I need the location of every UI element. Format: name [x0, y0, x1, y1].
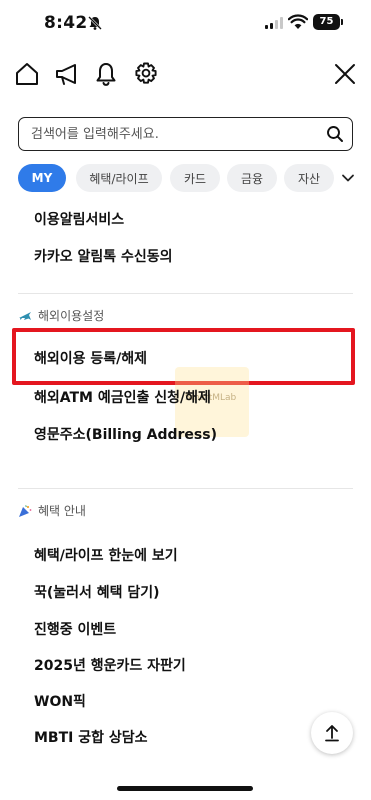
airplane-icon	[19, 311, 31, 320]
home-icon	[16, 63, 38, 85]
chip-card[interactable]: 카드	[170, 164, 220, 192]
menu-item-overseas-atm[interactable]: 해외ATM 예금인출 신청/해제	[34, 387, 211, 407]
menu-item-billing-address[interactable]: 영문주소(Billing Address)	[34, 424, 217, 444]
menu-item-won-pick[interactable]: WON픽	[34, 691, 86, 711]
chevron-down-icon[interactable]	[341, 171, 355, 185]
home-button[interactable]	[12, 58, 42, 90]
announcement-button[interactable]	[52, 58, 82, 90]
status-bar: 8:42 75	[0, 0, 371, 46]
search-input[interactable]	[31, 124, 321, 144]
chip-assets[interactable]: 자산	[284, 164, 334, 192]
notifications-button[interactable]	[91, 58, 121, 90]
bell-slash-icon	[88, 16, 102, 30]
menu-item-events[interactable]: 진행중 이벤트	[34, 619, 116, 639]
section-divider	[18, 293, 353, 294]
gear-icon	[135, 62, 157, 84]
search-icon[interactable]	[326, 125, 344, 143]
section-title-benefits-label: 혜택 안내	[38, 504, 86, 518]
top-nav	[0, 58, 371, 94]
battery-indicator: 75	[313, 14, 340, 30]
cellular-signal-icon	[265, 17, 283, 29]
party-popper-icon	[19, 504, 32, 517]
menu-item-press-benefit[interactable]: 꾹(눌러서 혜택 담기)	[34, 582, 160, 602]
section-title-overseas: 해외이용설정	[18, 307, 104, 324]
search-box	[18, 117, 353, 151]
chip-my[interactable]: MY	[18, 164, 66, 192]
chip-benefit-life[interactable]: 혜택/라이프	[76, 164, 162, 192]
battery-tip	[341, 19, 343, 25]
wifi-icon	[288, 14, 308, 29]
settings-button[interactable]	[131, 58, 161, 90]
close-icon	[335, 64, 355, 84]
menu-item-kakao-consent[interactable]: 카카오 알림톡 수신동의	[34, 246, 173, 266]
category-chips: MY 혜택/라이프 카드 금융 자산	[18, 164, 371, 194]
home-indicator	[117, 786, 253, 791]
menu-item-mbti[interactable]: MBTI 궁합 상담소	[34, 727, 148, 747]
section-title-overseas-label: 해외이용설정	[38, 309, 105, 323]
close-button[interactable]	[330, 58, 360, 90]
megaphone-icon	[56, 64, 76, 85]
scroll-top-button[interactable]	[311, 712, 353, 754]
section-title-benefits: 혜택 안내	[18, 502, 86, 519]
menu-item-usage-alert[interactable]: 이용알림서비스	[34, 209, 124, 229]
status-time: 8:42	[44, 13, 88, 33]
bell-icon	[96, 63, 116, 86]
arrow-up-icon	[325, 725, 339, 742]
chip-finance[interactable]: 금융	[227, 164, 277, 192]
menu-item-lucky-card[interactable]: 2025년 행운카드 자판기	[34, 655, 186, 675]
section-divider	[18, 488, 353, 489]
menu-item-benefit-overview[interactable]: 혜택/라이프 한눈에 보기	[34, 545, 178, 565]
